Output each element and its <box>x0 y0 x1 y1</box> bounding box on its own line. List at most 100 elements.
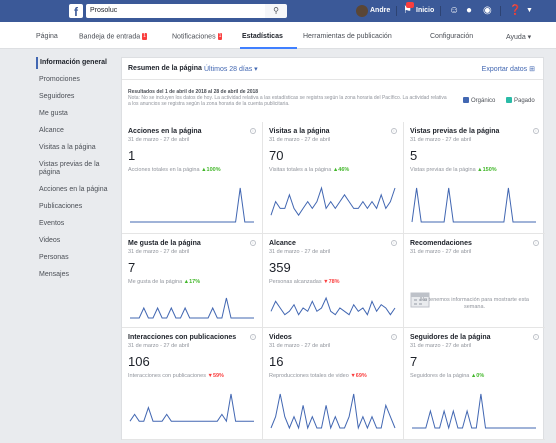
info-icon[interactable]: i <box>533 240 539 246</box>
card-title: Vistas previas de la página <box>410 128 500 135</box>
help-icon[interactable]: ❓ <box>509 5 521 17</box>
friends-icon[interactable]: ☺ <box>449 5 459 17</box>
sidebar-item-reach[interactable]: Alcance <box>36 125 115 137</box>
sparkline-chart <box>270 393 396 430</box>
metric-change: ▲100% <box>201 167 221 173</box>
metric-card-page-views[interactable]: Visitas a la página 31 de marzo - 27 de a… <box>263 122 404 234</box>
metric-caption: Interacciones con publicaciones ▼59% <box>128 373 224 379</box>
export-data-link[interactable]: Exportar datos ⊞ <box>482 65 535 73</box>
tab-notifications[interactable]: Notificaciones 1 <box>172 33 223 41</box>
info-icon[interactable]: i <box>391 128 397 134</box>
sidebar-item-events[interactable]: Eventos <box>36 218 115 230</box>
page-nav: Página Bandeja de entrada 1 Notificacione… <box>0 22 556 49</box>
sidebar-item-page-views[interactable]: Visitas a la página <box>36 142 115 154</box>
tab-pagina[interactable]: Página <box>36 33 58 40</box>
card-title: Acciones en la página <box>128 128 202 135</box>
tab-inbox[interactable]: Bandeja de entrada 1 <box>79 33 147 40</box>
info-icon[interactable]: i <box>533 334 539 340</box>
metric-card-videos[interactable]: Videos 31 de marzo - 27 de abril i 16 Reprod… <box>263 328 404 440</box>
legend-organic: Orgánico <box>463 97 495 104</box>
globe-icon[interactable]: ◉ <box>483 5 492 17</box>
metric-card-post-engagements[interactable]: Interacciones con publicaciones 31 de mar… <box>122 328 263 440</box>
metric-card-page-actions[interactable]: Acciones en la página 31 de marzo - 27 de… <box>122 122 263 234</box>
metric-caption: Acciones totales en la página ▲100% <box>128 167 221 173</box>
metric-card-page-followers[interactable]: Seguidores de la página 31 de marzo - 27 … <box>404 328 545 440</box>
organic-series-line <box>130 297 254 319</box>
page-title: Resumen de la página <box>128 65 202 72</box>
sidebar-item-likes[interactable]: Me gusta <box>36 108 115 120</box>
metric-caption: Reproducciones totales de video ▼69% <box>269 373 367 379</box>
card-dates: 31 de marzo - 27 de abril <box>128 343 190 349</box>
sidebar-item-messages[interactable]: Mensajes <box>36 269 115 281</box>
sidebar-item-people[interactable]: Personas <box>36 252 115 264</box>
page-summary-panel: Resumen de la página Últimos 28 días ▾ E… <box>121 57 545 440</box>
summary-header: Resumen de la página Últimos 28 días ▾ E… <box>122 58 543 80</box>
card-title: Videos <box>269 334 292 341</box>
sidebar-item-page-previews[interactable]: Vistas previas de la página <box>36 159 115 179</box>
tab-label: Ayuda ▾ <box>506 34 532 41</box>
metric-card-recommendations[interactable]: Recomendaciones 31 de marzo - 27 de abril… <box>404 234 545 328</box>
metric-value: 106 <box>128 354 150 369</box>
home-link[interactable]: Inicio <box>416 7 434 14</box>
organic-series-line <box>270 393 396 430</box>
tab-help[interactable]: Ayuda ▾ <box>506 33 531 41</box>
metric-change: ▼78% <box>323 279 340 285</box>
sparkline-chart <box>412 393 536 430</box>
tab-label: Página <box>36 33 58 40</box>
tab-label: Notificaciones <box>172 33 216 41</box>
tab-publishing-tools[interactable]: Herramientas de publicación <box>303 33 392 40</box>
profile-name[interactable]: Andre <box>370 7 390 14</box>
inbox-badge: 1 <box>142 33 147 40</box>
metric-value: 70 <box>269 148 284 163</box>
legend-label: Pagado <box>514 98 535 104</box>
sidebar-item-followers[interactable]: Seguidores <box>36 91 115 103</box>
info-icon[interactable]: i <box>250 334 256 340</box>
card-dates: 31 de marzo - 27 de abril <box>410 249 472 255</box>
sparkline-chart <box>130 297 254 319</box>
sidebar-item-actions[interactable]: Acciones en la página <box>36 184 115 196</box>
metric-card-page-likes[interactable]: Me gusta de la página 31 de marzo - 27 de… <box>122 234 263 328</box>
results-note: Resultados del 1 de abril de 2018 al 28 … <box>128 89 448 107</box>
card-title: Interacciones con publicaciones <box>128 334 237 341</box>
tab-insights[interactable]: Estadísticas <box>242 33 283 40</box>
sidebar-item-promotions[interactable]: Promociones <box>36 74 115 86</box>
date-range-dropdown[interactable]: Últimos 28 días ▾ <box>204 65 258 73</box>
metric-value: 359 <box>269 260 291 275</box>
metric-change: ▲46% <box>332 167 350 173</box>
metric-card-reach[interactable]: Alcance 31 de marzo - 27 de abril i 359 Pers… <box>263 234 404 328</box>
metric-label: Seguidores de la página <box>410 373 470 379</box>
avatar[interactable] <box>356 5 368 17</box>
metric-label: Visitas totales a la página <box>269 167 332 173</box>
info-icon[interactable]: i <box>533 128 539 134</box>
info-icon[interactable]: i <box>250 240 256 246</box>
info-icon[interactable]: i <box>250 128 256 134</box>
sidebar-item-overview[interactable]: Información general <box>36 57 115 69</box>
metric-caption: Seguidores de la página ▲0% <box>410 373 484 379</box>
paid-swatch <box>506 97 512 103</box>
metric-card-page-previews[interactable]: Vistas previas de la página 31 de marzo -… <box>404 122 545 234</box>
search-input[interactable]: Prosoluc <box>86 4 265 18</box>
tab-settings[interactable]: Configuración <box>430 33 473 40</box>
organic-series-line <box>411 187 536 223</box>
card-dates: 31 de marzo - 27 de abril <box>410 343 472 349</box>
notification-badge <box>406 2 414 8</box>
card-dates: 31 de marzo - 27 de abril <box>269 249 331 255</box>
info-icon[interactable]: i <box>391 240 397 246</box>
sidebar-item-videos[interactable]: Videos <box>36 235 115 247</box>
tab-label: Configuración <box>430 33 474 40</box>
divider <box>500 6 501 16</box>
sidebar-item-posts[interactable]: Publicaciones <box>36 201 115 213</box>
metric-value: 5 <box>410 148 418 163</box>
insights-sidebar: Información general Promociones Seguidor… <box>36 57 115 286</box>
empty-state-message: No tenemos información para mostrarte es… <box>420 297 529 310</box>
card-title: Alcance <box>269 240 296 247</box>
organic-series-line <box>130 187 254 223</box>
messenger-icon[interactable]: ● <box>466 5 472 17</box>
organic-series-line <box>412 393 536 430</box>
search-icon[interactable]: ⚲ <box>265 4 287 18</box>
chevron-down-icon[interactable]: ▼ <box>526 5 533 17</box>
metric-value: 7 <box>128 260 136 275</box>
info-icon[interactable]: i <box>391 334 397 340</box>
sparkline-chart <box>411 187 536 223</box>
facebook-logo[interactable]: f <box>69 4 83 19</box>
